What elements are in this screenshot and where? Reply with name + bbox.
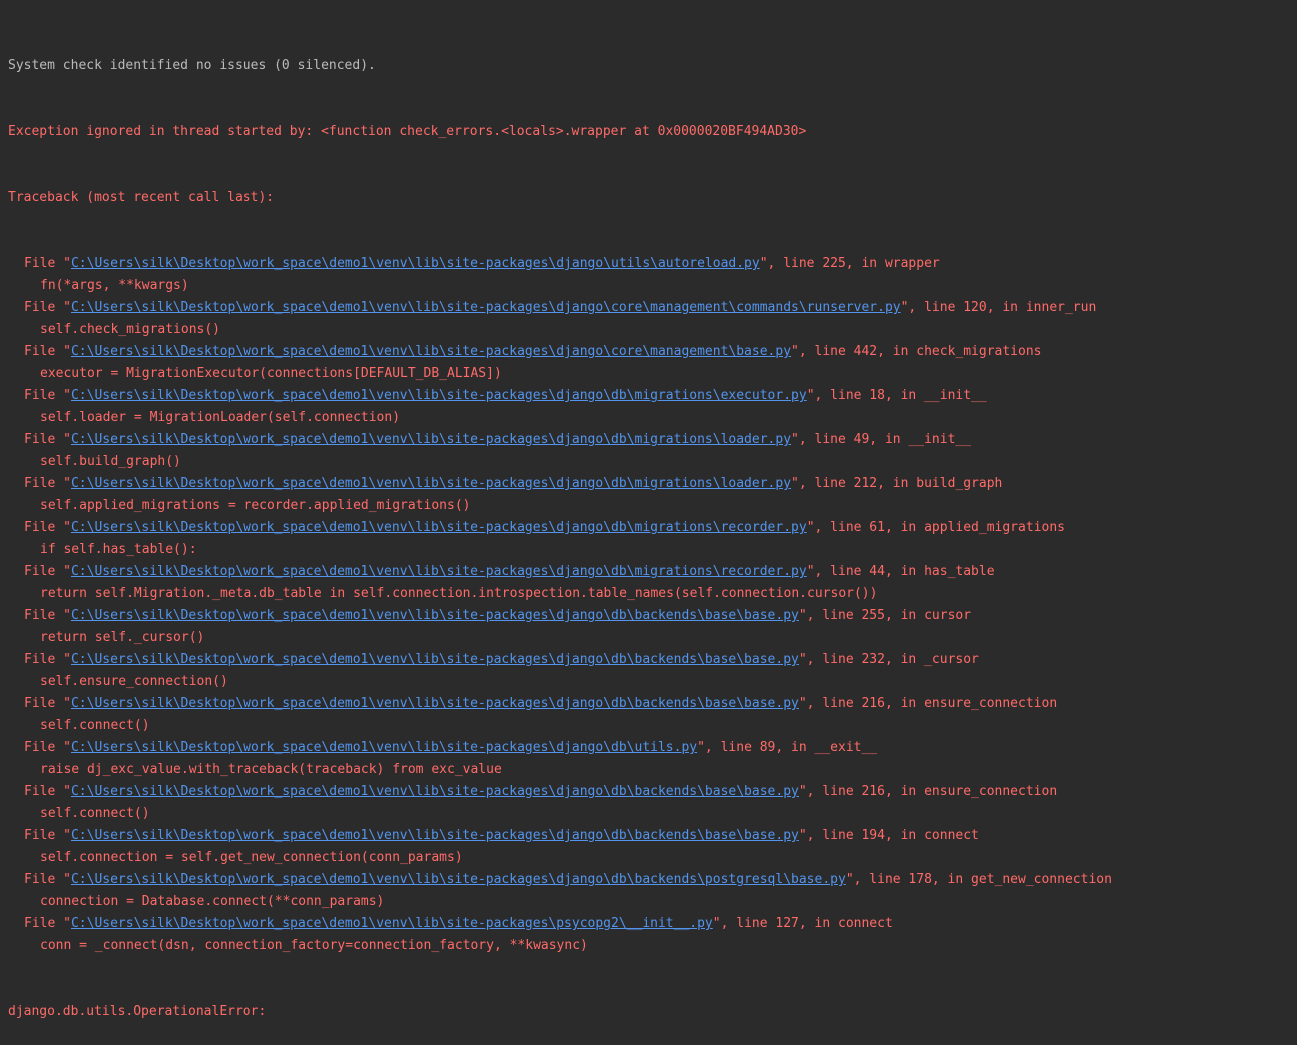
file-prefix: File " (24, 432, 71, 447)
frame-location: ", line 225, in wrapper (759, 256, 940, 271)
traceback-file-line: File "C:\Users\silk\Desktop\work_space\d… (8, 869, 1293, 891)
traceback-code-line: if self.has_table(): (40, 542, 197, 557)
file-prefix: File " (24, 916, 71, 931)
traceback-code-line: fn(*args, **kwargs) (40, 278, 189, 293)
traceback-code-line: self.connect() (40, 718, 150, 733)
frame-location: ", line 212, in build_graph (791, 476, 1003, 491)
frame-location: ", line 44, in has_table (806, 564, 995, 579)
traceback-code-line: return self._cursor() (40, 630, 205, 645)
traceback-file-line: File "C:\Users\silk\Desktop\work_space\d… (8, 429, 1293, 451)
frame-location: ", line 18, in __init__ (806, 388, 987, 403)
file-path-link[interactable]: C:\Users\silk\Desktop\work_space\demo1\v… (71, 564, 807, 579)
traceback-code-line: connection = Database.connect(**conn_par… (40, 894, 385, 909)
file-path-link[interactable]: C:\Users\silk\Desktop\work_space\demo1\v… (71, 696, 799, 711)
final-error-line: django.db.utils.OperationalError: (8, 1004, 267, 1019)
traceback-code-line: return self.Migration._meta.db_table in … (40, 586, 878, 601)
traceback-file-line: File "C:\Users\silk\Desktop\work_space\d… (8, 605, 1293, 627)
file-prefix: File " (24, 784, 71, 799)
system-check-line: System check identified no issues (0 sil… (8, 58, 376, 73)
traceback-code-line: self.applied_migrations = recorder.appli… (40, 498, 471, 513)
traceback-code-line: self.check_migrations() (40, 322, 221, 337)
file-path-link[interactable]: C:\Users\silk\Desktop\work_space\demo1\v… (71, 608, 799, 623)
file-path-link[interactable]: C:\Users\silk\Desktop\work_space\demo1\v… (71, 784, 799, 799)
file-path-link[interactable]: C:\Users\silk\Desktop\work_space\demo1\v… (71, 740, 697, 755)
traceback-file-line: File "C:\Users\silk\Desktop\work_space\d… (8, 693, 1293, 715)
traceback-file-line: File "C:\Users\silk\Desktop\work_space\d… (8, 253, 1293, 275)
file-prefix: File " (24, 652, 71, 667)
frame-location: ", line 178, in get_new_connection (845, 872, 1112, 887)
file-path-link[interactable]: C:\Users\silk\Desktop\work_space\demo1\v… (71, 828, 799, 843)
frame-location: ", line 49, in __init__ (791, 432, 972, 447)
traceback-file-line: File "C:\Users\silk\Desktop\work_space\d… (8, 297, 1293, 319)
traceback-file-line: File "C:\Users\silk\Desktop\work_space\d… (8, 341, 1293, 363)
file-path-link[interactable]: C:\Users\silk\Desktop\work_space\demo1\v… (71, 344, 791, 359)
traceback-file-line: File "C:\Users\silk\Desktop\work_space\d… (8, 385, 1293, 407)
file-path-link[interactable]: C:\Users\silk\Desktop\work_space\demo1\v… (71, 520, 807, 535)
traceback-code-line: executor = MigrationExecutor(connections… (40, 366, 502, 381)
file-path-link[interactable]: C:\Users\silk\Desktop\work_space\demo1\v… (71, 916, 713, 931)
file-prefix: File " (24, 828, 71, 843)
frame-location: ", line 442, in check_migrations (791, 344, 1042, 359)
traceback-code-line: self.connect() (40, 806, 150, 821)
file-path-link[interactable]: C:\Users\silk\Desktop\work_space\demo1\v… (71, 300, 901, 315)
frame-location: ", line 120, in inner_run (900, 300, 1097, 315)
traceback-file-line: File "C:\Users\silk\Desktop\work_space\d… (8, 825, 1293, 847)
file-path-link[interactable]: C:\Users\silk\Desktop\work_space\demo1\v… (71, 432, 791, 447)
traceback-code-line: self.build_graph() (40, 454, 181, 469)
file-prefix: File " (24, 388, 71, 403)
traceback-frames: File "C:\Users\silk\Desktop\work_space\d… (8, 253, 1293, 957)
traceback-code-line: raise dj_exc_value.with_traceback(traceb… (40, 762, 502, 777)
file-path-link[interactable]: C:\Users\silk\Desktop\work_space\demo1\v… (71, 476, 791, 491)
file-prefix: File " (24, 344, 71, 359)
frame-location: ", line 127, in connect (712, 916, 893, 931)
traceback-file-line: File "C:\Users\silk\Desktop\work_space\d… (8, 913, 1293, 935)
frame-location: ", line 232, in _cursor (798, 652, 979, 667)
traceback-file-line: File "C:\Users\silk\Desktop\work_space\d… (8, 737, 1293, 759)
traceback-code-line: self.ensure_connection() (40, 674, 228, 689)
run-console-output: System check identified no issues (0 sil… (8, 11, 1293, 1045)
frame-location: ", line 89, in __exit__ (697, 740, 878, 755)
file-prefix: File " (24, 476, 71, 491)
traceback-file-line: File "C:\Users\silk\Desktop\work_space\d… (8, 517, 1293, 539)
file-prefix: File " (24, 696, 71, 711)
file-prefix: File " (24, 256, 71, 271)
traceback-code-line: conn = _connect(dsn, connection_factory=… (40, 938, 588, 953)
traceback-file-line: File "C:\Users\silk\Desktop\work_space\d… (8, 781, 1293, 803)
traceback-code-line: self.loader = MigrationLoader(self.conne… (40, 410, 401, 425)
file-prefix: File " (24, 564, 71, 579)
file-path-link[interactable]: C:\Users\silk\Desktop\work_space\demo1\v… (71, 652, 799, 667)
traceback-file-line: File "C:\Users\silk\Desktop\work_space\d… (8, 473, 1293, 495)
file-path-link[interactable]: C:\Users\silk\Desktop\work_space\demo1\v… (71, 388, 807, 403)
file-prefix: File " (24, 608, 71, 623)
frame-location: ", line 194, in connect (798, 828, 979, 843)
traceback-file-line: File "C:\Users\silk\Desktop\work_space\d… (8, 561, 1293, 583)
file-prefix: File " (24, 740, 71, 755)
exception-header-line: Exception ignored in thread started by: … (8, 124, 807, 139)
frame-location: ", line 255, in cursor (798, 608, 972, 623)
file-prefix: File " (24, 520, 71, 535)
traceback-header-line: Traceback (most recent call last): (8, 190, 275, 205)
file-path-link[interactable]: C:\Users\silk\Desktop\work_space\demo1\v… (71, 872, 846, 887)
frame-location: ", line 216, in ensure_connection (798, 696, 1058, 711)
frame-location: ", line 61, in applied_migrations (806, 520, 1065, 535)
file-prefix: File " (24, 872, 71, 887)
traceback-code-line: self.connection = self.get_new_connectio… (40, 850, 463, 865)
frame-location: ", line 216, in ensure_connection (798, 784, 1058, 799)
traceback-file-line: File "C:\Users\silk\Desktop\work_space\d… (8, 649, 1293, 671)
file-path-link[interactable]: C:\Users\silk\Desktop\work_space\demo1\v… (71, 256, 760, 271)
file-prefix: File " (24, 300, 71, 315)
